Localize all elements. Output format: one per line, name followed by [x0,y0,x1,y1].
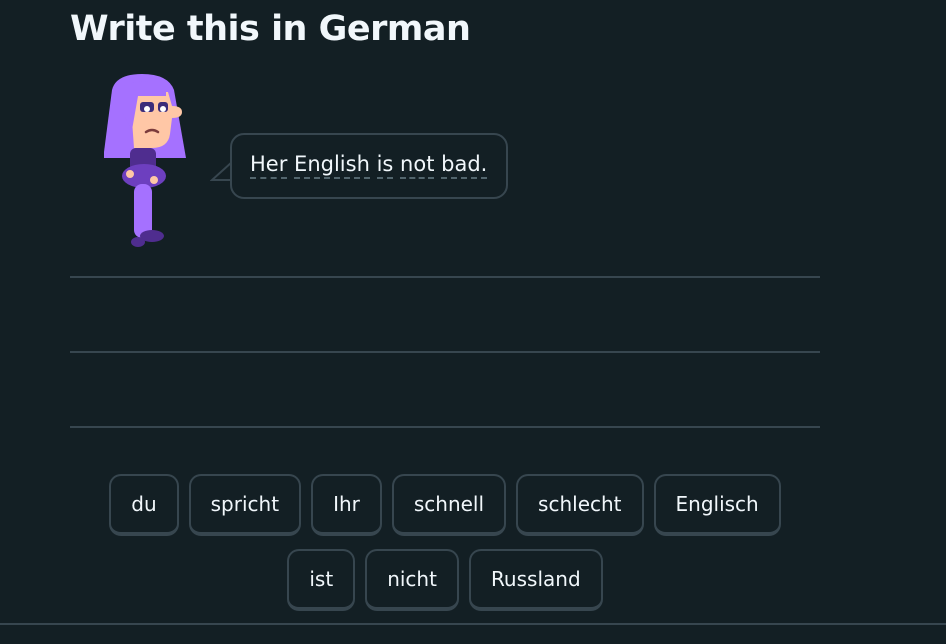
word-tile-russland[interactable]: Russland [468,549,603,611]
word-tile-schlecht[interactable]: schlecht [516,474,644,536]
exercise-page: Write this in German Her English is not … [0,0,946,644]
lily-character-icon [94,72,194,254]
prompt-word[interactable]: English [294,152,370,179]
answer-line[interactable] [70,351,820,353]
word-tile-englisch[interactable]: Englisch [653,474,781,536]
prompt-word[interactable]: is [376,152,394,179]
footer-divider [0,623,946,625]
prompt-sentence: Her English is not bad. [250,150,488,179]
answer-line[interactable] [70,426,820,428]
word-tile-nicht[interactable]: nicht [365,549,459,611]
prompt-word[interactable]: not [400,152,435,179]
word-tile-schnell[interactable]: schnell [391,474,507,536]
prompt-word[interactable]: bad. [441,152,488,179]
word-tile-spricht[interactable]: spricht [188,474,302,536]
word-bank-row: du spricht Ihr schnell schlecht Englisch [0,474,890,536]
speech-bubble: Her English is not bad. [230,133,508,199]
word-tile-ihr[interactable]: Ihr [311,474,382,536]
answer-line[interactable] [70,276,820,278]
prompt-word[interactable]: Her [250,152,288,179]
word-tile-du[interactable]: du [109,474,179,536]
word-tile-ist[interactable]: ist [287,549,356,611]
page-title: Write this in German [70,9,471,49]
word-bank-row: ist nicht Russland [0,549,890,611]
